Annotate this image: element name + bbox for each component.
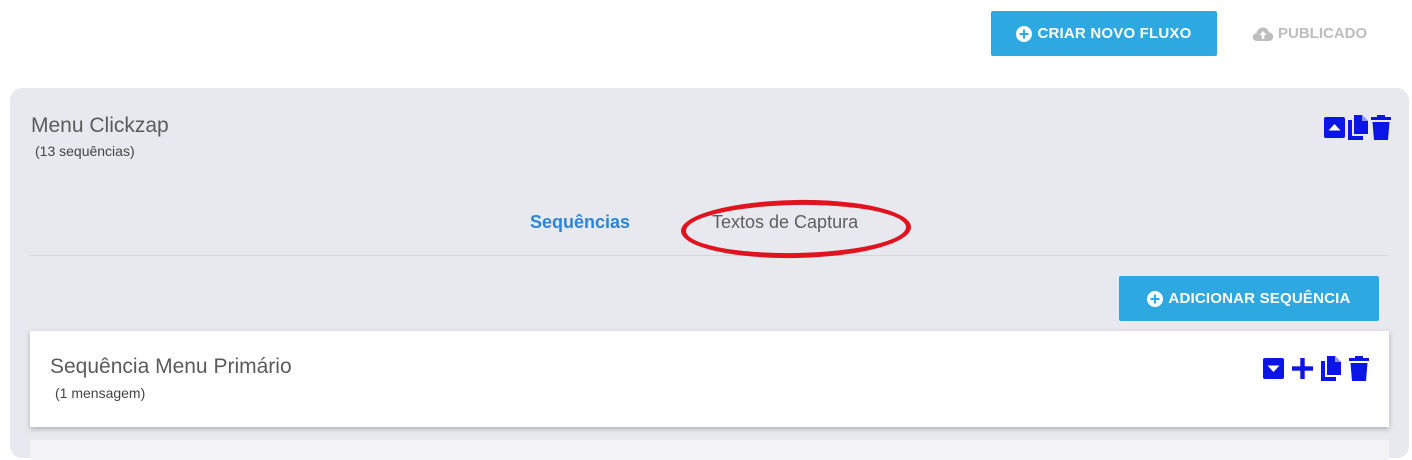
plus-circle-icon <box>1147 290 1164 307</box>
trash-icon[interactable] <box>1349 356 1369 381</box>
create-flow-label: CRIAR NOVO FLUXO <box>1037 25 1192 42</box>
trash-icon[interactable] <box>1371 115 1391 140</box>
flow-panel: Menu Clickzap (13 sequências) Sequências… <box>10 88 1409 460</box>
collapse-up-icon[interactable] <box>1324 117 1345 138</box>
published-label: PUBLICADO <box>1278 25 1368 42</box>
sequence-message-count: (1 mensagem) <box>55 385 146 401</box>
flow-title: Menu Clickzap <box>31 114 169 137</box>
create-flow-button[interactable]: CRIAR NOVO FLUXO <box>991 11 1217 56</box>
top-toolbar: CRIAR NOVO FLUXO PUBLICADO <box>0 0 1412 70</box>
flow-sequence-count: (13 sequências) <box>35 143 135 159</box>
tab-textos-de-captura[interactable]: Textos de Captura <box>712 212 858 233</box>
add-sequence-button[interactable]: ADICIONAR SEQUÊNCIA <box>1119 276 1379 321</box>
add-sequence-label: ADICIONAR SEQUÊNCIA <box>1168 290 1351 307</box>
next-sequence-card-edge <box>30 440 1389 460</box>
sequence-actions <box>1263 356 1369 381</box>
expand-down-icon[interactable] <box>1263 358 1284 379</box>
plus-icon[interactable] <box>1292 358 1313 379</box>
published-button[interactable]: PUBLICADO <box>1252 11 1367 56</box>
copy-icon[interactable] <box>1348 115 1368 140</box>
sequence-title: Sequência Menu Primário <box>50 355 292 378</box>
cloud-upload-icon <box>1252 26 1274 42</box>
flow-tabs: Sequências Textos de Captura <box>30 197 1388 261</box>
copy-icon[interactable] <box>1321 356 1341 381</box>
plus-circle-icon <box>1016 25 1033 42</box>
sequence-card: Sequência Menu Primário (1 mensagem) <box>30 331 1389 427</box>
flow-actions <box>1324 115 1391 140</box>
tab-sequencias[interactable]: Sequências <box>530 212 630 233</box>
